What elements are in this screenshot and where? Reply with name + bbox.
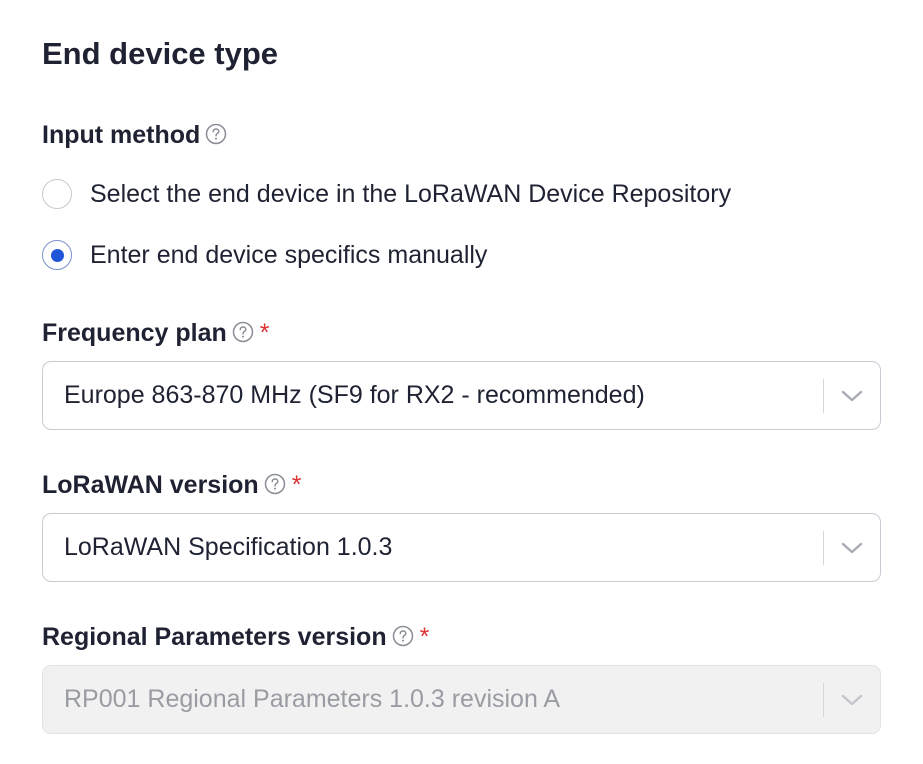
help-icon[interactable] (205, 123, 227, 145)
radio-label-manual: Enter end device specifics manually (90, 241, 488, 269)
section-title: End device type (42, 36, 279, 71)
frequency-plan-label: Frequency plan * (42, 317, 270, 349)
help-icon[interactable] (392, 625, 414, 647)
required-marker: * (419, 623, 430, 651)
required-marker: * (259, 319, 270, 347)
regional-parameters-value: RP001 Regional Parameters 1.0.3 revision… (64, 685, 561, 713)
required-marker: * (291, 471, 302, 499)
regional-parameters-label-text: Regional Parameters version (42, 623, 387, 651)
frequency-plan-select[interactable]: Europe 863-870 MHz (SF9 for RX2 - recomm… (42, 361, 881, 430)
radio-option-manual[interactable]: Enter end device specifics manually (42, 239, 487, 271)
frequency-plan-value: Europe 863-870 MHz (SF9 for RX2 - recomm… (64, 381, 645, 409)
chevron-down-icon[interactable] (824, 362, 880, 429)
regional-parameters-select: RP001 Regional Parameters 1.0.3 revision… (42, 665, 881, 734)
lorawan-version-label-text: LoRaWAN version (42, 471, 259, 499)
lorawan-version-value: LoRaWAN Specification 1.0.3 (64, 533, 393, 561)
radio-option-repository[interactable]: Select the end device in the LoRaWAN Dev… (42, 178, 731, 210)
regional-parameters-label: Regional Parameters version * (42, 621, 429, 653)
chevron-down-icon (824, 666, 880, 733)
help-icon[interactable] (264, 473, 286, 495)
input-method-label-text: Input method (42, 121, 201, 149)
radio-label-repository: Select the end device in the LoRaWAN Dev… (90, 180, 732, 208)
lorawan-version-label: LoRaWAN version * (42, 469, 301, 501)
frequency-plan-label-text: Frequency plan (42, 319, 227, 347)
lorawan-version-select[interactable]: LoRaWAN Specification 1.0.3 (42, 513, 881, 582)
radio-button-repository[interactable] (42, 179, 72, 209)
help-icon[interactable] (232, 321, 254, 343)
input-method-label: Input method (42, 119, 227, 151)
chevron-down-icon[interactable] (824, 514, 880, 581)
radio-button-manual[interactable] (42, 240, 72, 270)
